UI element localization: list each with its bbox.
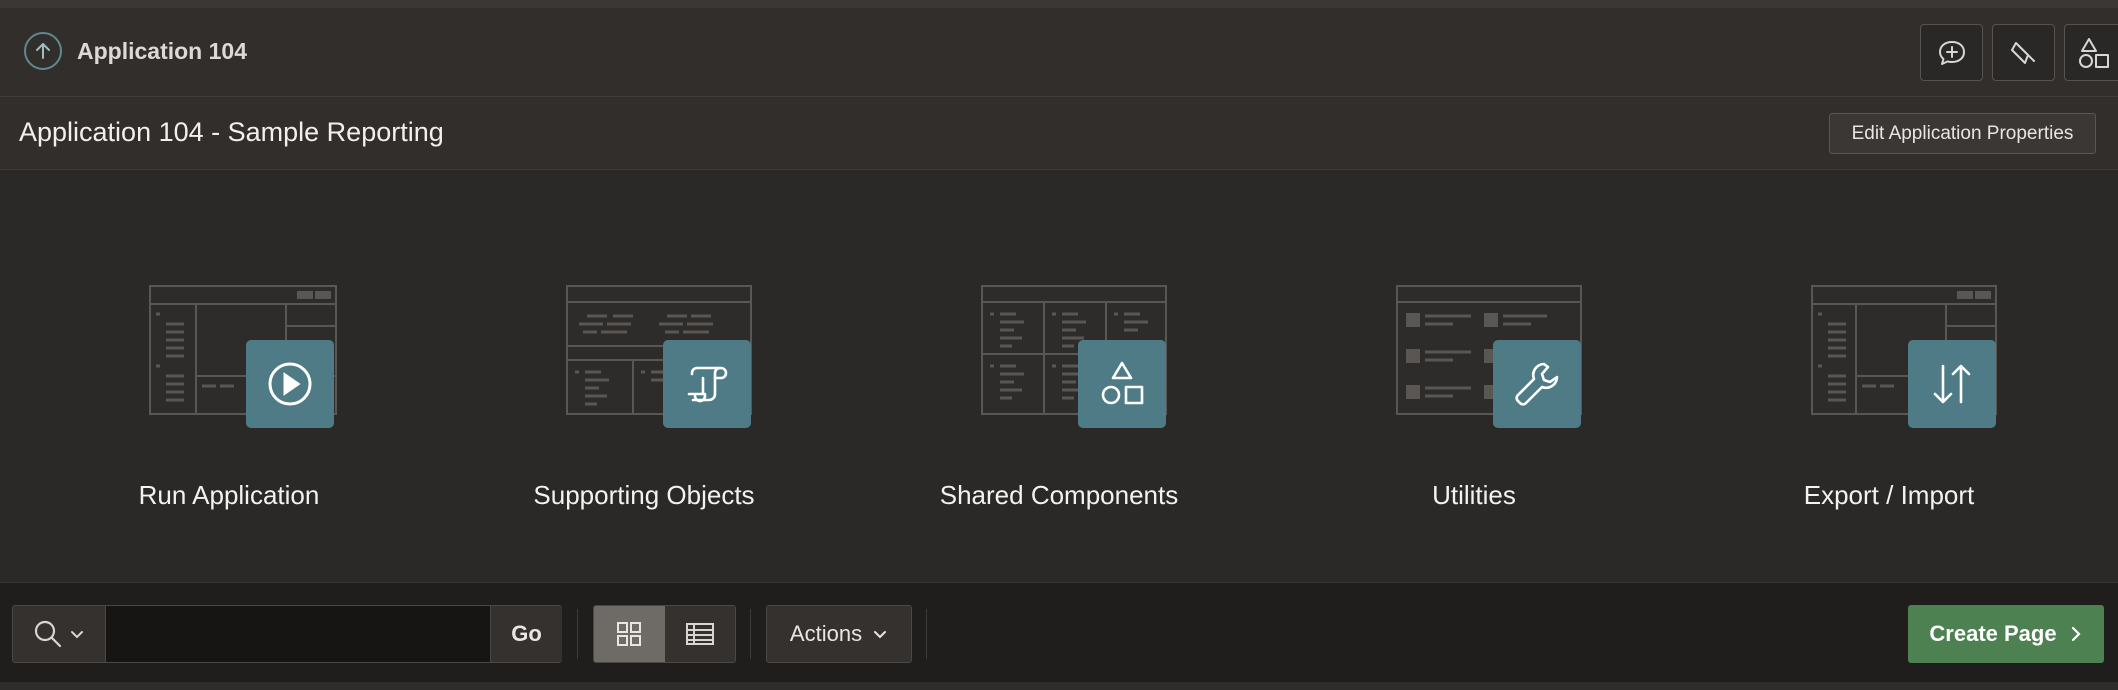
- search-bar: Go: [12, 605, 562, 663]
- create-page-button[interactable]: Create Page: [1908, 605, 2104, 663]
- go-button[interactable]: Go: [490, 606, 562, 662]
- edit-application-properties-button[interactable]: Edit Application Properties: [1829, 113, 2096, 154]
- tile-run-application[interactable]: Run Application: [114, 280, 344, 520]
- supporting-objects-badge: [663, 340, 751, 428]
- chevron-down-icon: [874, 631, 887, 639]
- tile-supporting-objects[interactable]: Supporting Objects: [529, 280, 759, 520]
- tile-label: Supporting Objects: [533, 480, 755, 510]
- separator: [750, 609, 751, 659]
- tile-utilities[interactable]: Utilities: [1359, 280, 1589, 520]
- feedback-icon: [1938, 40, 1965, 65]
- grid-view-button[interactable]: [594, 606, 665, 662]
- create-page-label: Create Page: [1929, 621, 2057, 646]
- shared-components-button[interactable]: [2064, 24, 2118, 81]
- chevron-down-icon: [71, 631, 83, 639]
- app-name: Application 104: [77, 38, 247, 64]
- search-input[interactable]: [106, 606, 484, 662]
- tile-shared-components[interactable]: Shared Components: [940, 280, 1178, 520]
- arrow-up-icon: [36, 43, 50, 59]
- navigate-up-button[interactable]: [24, 32, 62, 70]
- page-header: Application 104 - Sample Reporting Edit …: [0, 97, 2118, 170]
- report-view-icon: [685, 623, 714, 645]
- tile-label: Export / Import: [1803, 480, 1975, 510]
- page-toolbar: Go Actions Create Page: [0, 582, 2118, 683]
- tile-label: Run Application: [138, 480, 320, 510]
- actions-menu-button[interactable]: Actions: [766, 605, 912, 663]
- highlight-icon: [2010, 41, 2035, 64]
- highlight-button[interactable]: [1992, 24, 2055, 81]
- tile-label: Utilities: [1432, 480, 1516, 510]
- separator: [926, 609, 927, 659]
- wrench-icon: [1515, 362, 1559, 406]
- search-icon: [34, 620, 62, 648]
- page-title: Application 104 - Sample Reporting: [19, 117, 444, 147]
- top-strip: [0, 0, 2118, 8]
- tile-region: Run Application Supporting Objects Share…: [0, 170, 2118, 582]
- report-view-button[interactable]: [664, 606, 735, 662]
- utilities-badge: [1493, 340, 1581, 428]
- shared-components-badge: [1078, 340, 1166, 428]
- tile-label: Shared Components: [939, 480, 1179, 510]
- run-application-badge: [246, 340, 334, 428]
- shapes-icon: [2079, 37, 2109, 68]
- play-icon: [268, 362, 312, 406]
- tile-export-import[interactable]: Export / Import: [1774, 280, 2004, 520]
- feedback-button[interactable]: [1920, 24, 1983, 81]
- scroll-icon: [687, 366, 728, 403]
- actions-label: Actions: [789, 621, 863, 646]
- shapes-icon: [1101, 361, 1144, 405]
- bottom-strip: [0, 682, 2118, 690]
- transfer-arrows-icon: [1933, 364, 1971, 404]
- grid-view-icon: [617, 622, 642, 646]
- export-import-badge: [1908, 340, 1996, 428]
- separator: [577, 609, 578, 659]
- chevron-right-icon: [2071, 626, 2081, 642]
- view-switcher: [593, 605, 736, 663]
- app-bar: Application 104: [0, 8, 2118, 97]
- search-options-button[interactable]: [13, 606, 106, 662]
